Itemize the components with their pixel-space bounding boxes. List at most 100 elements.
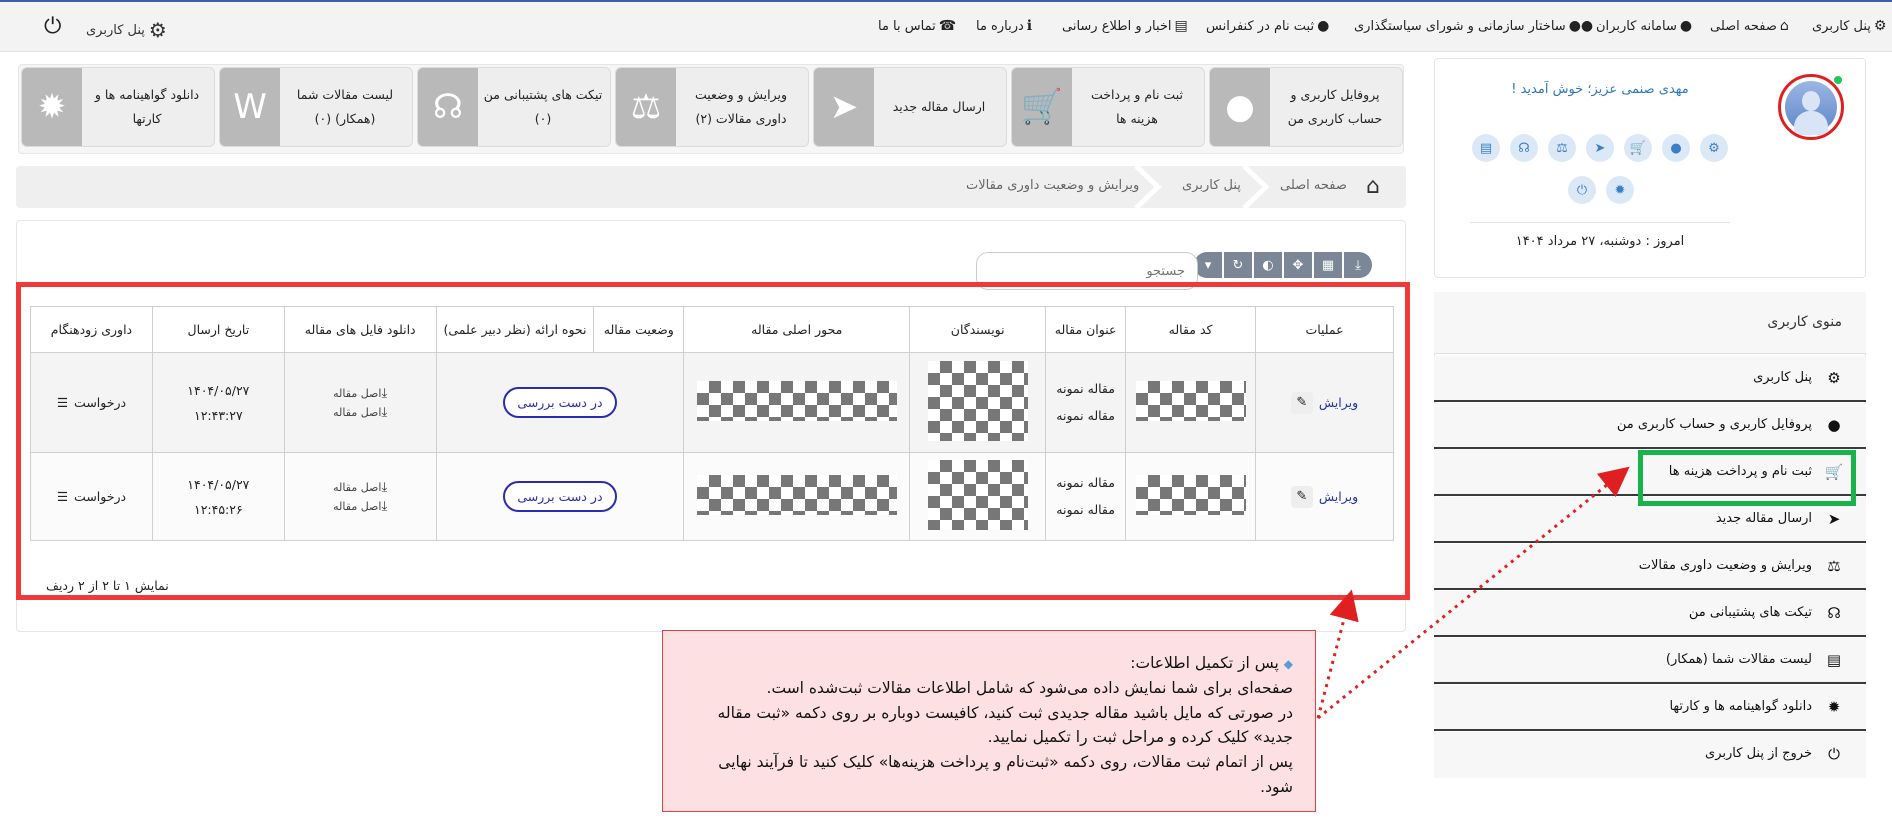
- certificate-icon: ✹: [22, 68, 82, 146]
- nav-conference-registration[interactable]: ● ثبت نام در کنفرانس: [1206, 18, 1329, 34]
- scale-icon[interactable]: ⚖: [1548, 134, 1576, 162]
- breadcrumb-home[interactable]: صفحه اصلی: [1280, 178, 1347, 193]
- online-status-dot: [1834, 76, 1842, 84]
- tile-coauthor-articles[interactable]: لیست مقالات شما (همکار) (۰) W: [219, 67, 413, 147]
- breadcrumb-panel[interactable]: پنل کاربری: [1182, 178, 1241, 193]
- menu-item-label: پروفایل کاربری و حساب کاربری من: [1616, 417, 1812, 432]
- power-icon[interactable]: ⏻: [44, 14, 61, 39]
- certificate-icon[interactable]: ✹: [1606, 176, 1634, 204]
- nav-news[interactable]: ▤ اخبار و اطلاع رسانی: [1062, 18, 1188, 34]
- avatar[interactable]: [1778, 74, 1844, 140]
- power-icon: ⏻: [1828, 745, 1840, 763]
- columns-icon[interactable]: ▦: [1314, 252, 1342, 278]
- tile-profile[interactable]: پروفایل کاربری و حساب کاربری من ●: [1209, 67, 1403, 147]
- menu-item-label: خروج از پنل کاربری: [1705, 746, 1812, 761]
- gear-icon: ⚙: [1827, 369, 1841, 387]
- collapse-icon[interactable]: ▾: [1194, 252, 1222, 278]
- user-icon[interactable]: ●: [1662, 134, 1690, 162]
- refresh-icon[interactable]: ↻: [1224, 252, 1252, 278]
- tile-support-tickets[interactable]: تیکت های پشتیبانی من (۰) ☊: [417, 67, 611, 147]
- tile-label: لیست مقالات شما (همکار) (۰): [296, 87, 394, 126]
- nav-about[interactable]: ℹ درباره ما: [976, 18, 1032, 34]
- user-icon: ●: [1679, 18, 1693, 34]
- toggle-icon[interactable]: ◐: [1254, 252, 1282, 278]
- breadcrumb: ⌂ صفحه اصلی پنل کاربری ویرایش و وضعیت دا…: [16, 166, 1406, 208]
- menu-item-label: ارسال مقاله جدید: [1715, 511, 1812, 526]
- menu-item-user-panel[interactable]: ⚙ پنل کاربری: [1434, 356, 1866, 402]
- scale-icon: ⚖: [616, 68, 676, 146]
- tile-label: دانلود گواهینامه ها و کارتها: [94, 87, 200, 126]
- home-icon: ⌂: [1366, 174, 1380, 199]
- info-icon: ℹ: [1026, 18, 1033, 34]
- highlight-box-registration: [1638, 450, 1856, 506]
- download-icon[interactable]: ⤓: [1344, 252, 1372, 278]
- word-file-icon[interactable]: ▤: [1472, 134, 1500, 162]
- shortcut-tiles: پروفایل کاربری و حساب کاربری من ● ثبت نام…: [18, 64, 1404, 154]
- tile-label: ثبت نام و پرداخت هزینه ها: [1091, 87, 1183, 126]
- nav-label: ساختار سازمانی و شورای سیاستگذاری: [1354, 18, 1566, 34]
- nav-label: سامانه کاربران: [1596, 18, 1677, 34]
- nav-label: صفحه اصلی: [1710, 18, 1777, 34]
- tile-label: ارسال مقاله جدید: [892, 99, 986, 115]
- menu-item-review-status[interactable]: ⚖ ویرایش و وضعیت داوری مقالات: [1434, 544, 1866, 590]
- power-icon[interactable]: ⏻: [1568, 176, 1596, 204]
- home-icon: ⌂: [1779, 18, 1789, 34]
- menu-item-profile[interactable]: ● پروفایل کاربری و حساب کاربری من: [1434, 403, 1866, 449]
- user-icon: ●: [1210, 68, 1270, 146]
- nav-contact[interactable]: ☎ تماس با ما: [878, 18, 956, 34]
- instruction-note: ◆ پس از تکمیل اطلاعات: صفحه‌ای برای شما …: [662, 630, 1316, 812]
- headset-icon[interactable]: ☊: [1510, 134, 1538, 162]
- paper-plane-icon[interactable]: ➤: [1586, 134, 1614, 162]
- tile-review-status[interactable]: ویرایش و وضعیت داوری مقالات (۲) ⚖: [615, 67, 809, 147]
- tile-label: پروفایل کاربری و حساب کاربری من: [1287, 87, 1383, 126]
- panel-label: پنل کاربری: [86, 22, 145, 38]
- table-toolbar: ▾ ↻ ◐ ✥ ▦ ⤓: [1194, 252, 1372, 278]
- instruction-line: صفحه‌ای برای شما نمایش داده می‌شود که شا…: [766, 678, 1293, 697]
- nav-label: تماس با ما: [878, 18, 936, 34]
- move-icon[interactable]: ✥: [1284, 252, 1312, 278]
- top-navbar: ⚙ پنل کاربری ⌂ صفحه اصلی ● سامانه کاربران ●…: [0, 0, 1892, 52]
- user-icon: ●: [1827, 416, 1841, 434]
- paper-plane-icon: ➤: [1827, 510, 1841, 528]
- nav-label: درباره ما: [976, 18, 1024, 34]
- word-file-icon: ▤: [1826, 651, 1842, 669]
- cart-icon: 🛒: [1012, 68, 1072, 146]
- nav-users-system[interactable]: ● سامانه کاربران: [1596, 18, 1692, 34]
- phone-icon: ☎: [938, 18, 957, 34]
- tile-registration-payment[interactable]: ثبت نام و پرداخت هزینه ها 🛒: [1011, 67, 1205, 147]
- instruction-line: پس از تکمیل اطلاعات:: [1130, 654, 1279, 672]
- nav-label: اخبار و اطلاع رسانی: [1062, 18, 1172, 34]
- instruction-line: در صورتی که مایل باشید مقاله جدیدی ثبت ک…: [717, 703, 1293, 747]
- instruction-text: ◆ پس از تکمیل اطلاعات: صفحه‌ای برای شما …: [681, 651, 1293, 800]
- menu-item-label: تیکت های پشتیبانی من: [1688, 605, 1812, 620]
- nav-home[interactable]: ⌂ صفحه اصلی: [1710, 18, 1789, 34]
- tile-label: تیکت های پشتیبانی من (۰): [483, 87, 603, 126]
- paper-plane-icon: ➤: [814, 68, 874, 146]
- nav-label: پنل کاربری: [1812, 18, 1871, 34]
- scale-icon: ⚖: [1827, 557, 1841, 575]
- tile-new-article[interactable]: ارسال مقاله جدید ➤: [813, 67, 1007, 147]
- nav-label: ثبت نام در کنفرانس: [1206, 18, 1315, 34]
- user-icon: ●: [1317, 18, 1330, 34]
- menu-item-coauthor-articles[interactable]: ▤ لیست مقالات شما (همکار): [1434, 638, 1866, 684]
- welcome-message: مهدی صنمی عزیز؛ خوش آمدید !: [1511, 82, 1689, 97]
- gear-icon[interactable]: ⚙: [1700, 134, 1728, 162]
- nav-user-panel[interactable]: ⚙ پنل کاربری: [1812, 18, 1886, 34]
- menu-item-label: لیست مقالات شما (همکار): [1665, 652, 1812, 667]
- newspaper-icon: ▤: [1174, 18, 1188, 34]
- highlight-box-table: [16, 282, 1410, 600]
- instruction-line: پس از اتمام ثبت مقالات، روی دکمه «ثبت‌نا…: [718, 753, 1293, 796]
- user-menu-title: منوی کاربری: [1767, 314, 1842, 330]
- breadcrumb-current: ویرایش و وضعیت داوری مقالات: [966, 178, 1140, 193]
- menu-item-logout[interactable]: ⏻ خروج از پنل کاربری: [1434, 732, 1866, 778]
- menu-item-support-tickets[interactable]: ☊ تیکت های پشتیبانی من: [1434, 591, 1866, 637]
- user-panel-link[interactable]: ⚙ پنل کاربری: [86, 18, 167, 42]
- menu-item-certificates[interactable]: ✹ دانلود گواهینامه ها و کارتها: [1434, 685, 1866, 731]
- tile-certificates[interactable]: دانلود گواهینامه ها و کارتها ✹: [21, 67, 215, 147]
- nav-org-structure[interactable]: ●● ساختار سازمانی و شورای سیاستگذاری: [1354, 18, 1593, 34]
- tile-label: ویرایش و وضعیت داوری مقالات (۲): [694, 87, 787, 126]
- cart-icon[interactable]: 🛒: [1624, 134, 1652, 162]
- menu-item-label: پنل کاربری: [1753, 370, 1812, 385]
- diamond-bullet-icon: ◆: [1283, 657, 1293, 671]
- headset-icon: ☊: [418, 68, 478, 146]
